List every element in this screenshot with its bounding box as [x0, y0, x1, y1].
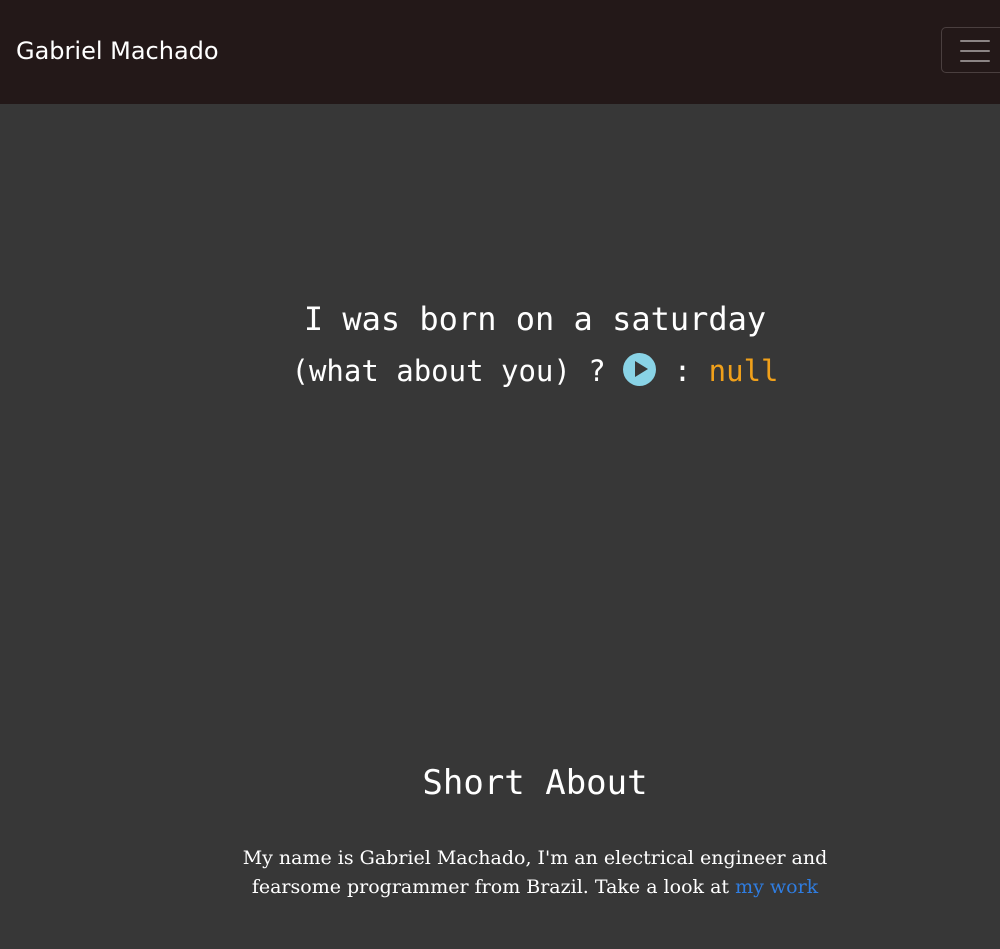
about-text: My name is Gabriel Machado, I'm an elect…: [200, 844, 870, 902]
my-work-link[interactable]: my work: [735, 876, 818, 898]
hero-section: I was born on a saturday (what about you…: [0, 296, 1000, 394]
navbar: Gabriel Machado: [0, 0, 1000, 104]
hamburger-menu-icon: [960, 39, 990, 63]
navbar-brand[interactable]: Gabriel Machado: [16, 34, 219, 68]
hero-separator: :: [673, 354, 692, 388]
about-title: Short About: [422, 763, 648, 803]
hero-question-text: (what about you) ?: [291, 354, 606, 388]
hero-question: (what about you) ? : null: [0, 348, 1000, 394]
play-icon[interactable]: [623, 353, 657, 386]
navbar-toggle-button[interactable]: [941, 27, 1000, 73]
null-value: null: [708, 354, 779, 388]
hero-headline: I was born on a saturday: [303, 300, 767, 338]
